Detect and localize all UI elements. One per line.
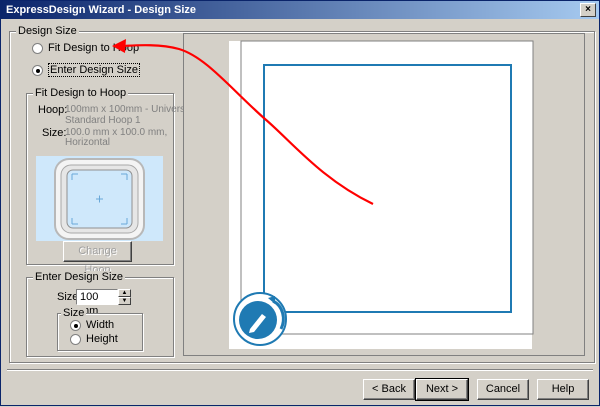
enter-design-size-radio-dot[interactable] xyxy=(32,64,43,76)
size-spin-down-button[interactable]: ▼ xyxy=(118,297,131,305)
height-radio-label[interactable]: Height xyxy=(86,333,118,345)
height-radio[interactable]: Height xyxy=(70,332,118,346)
width-radio-dot[interactable] xyxy=(70,319,81,331)
help-button[interactable]: Help xyxy=(537,379,589,400)
footer-separator xyxy=(7,369,593,371)
size-label: Size: xyxy=(42,127,67,139)
wizard-window: ExpressDesign Wizard - Design Size × Des… xyxy=(0,0,600,406)
next-button[interactable]: Next > xyxy=(415,378,469,401)
design-size-legend: Design Size xyxy=(16,25,79,37)
hoop-value-line1: 100mm x 100mm - Universal xyxy=(65,104,193,115)
size-input[interactable]: 100 mm xyxy=(76,289,118,317)
size-spin-up-button[interactable]: ▲ xyxy=(118,289,131,297)
enter-design-size-legend: Enter Design Size xyxy=(33,271,126,283)
close-button[interactable]: × xyxy=(580,3,596,17)
fit-design-legend: Fit Design to Hoop xyxy=(33,87,129,99)
rotate-pencil-icon[interactable] xyxy=(229,284,299,350)
change-hoop-button[interactable]: Change Hoop xyxy=(63,241,132,276)
fit-design-radio[interactable]: Fit Design to Hoop xyxy=(32,41,139,55)
title-bar: ExpressDesign Wizard - Design Size × xyxy=(1,1,599,19)
fit-design-radio-dot[interactable] xyxy=(32,42,43,54)
width-radio-label[interactable]: Width xyxy=(86,319,114,331)
hoop-frame-icon xyxy=(54,158,145,240)
back-button[interactable]: < Back xyxy=(363,379,415,400)
size-value-line2: Horizontal xyxy=(65,137,111,148)
design-preview-panel xyxy=(183,33,585,356)
width-radio[interactable]: Width xyxy=(70,318,114,332)
cancel-button[interactable]: Cancel xyxy=(477,379,529,400)
height-radio-dot[interactable] xyxy=(70,333,81,345)
hoop-label: Hoop: xyxy=(38,104,68,116)
enter-design-size-radio[interactable]: Enter Design Size xyxy=(32,63,141,77)
fit-design-radio-label[interactable]: Fit Design to Hoop xyxy=(48,42,139,54)
hoop-value-line2: Standard Hoop 1 xyxy=(65,115,141,126)
window-title: ExpressDesign Wizard - Design Size xyxy=(6,4,197,16)
enter-design-size-radio-label[interactable]: Enter Design Size xyxy=(48,63,141,77)
hoop-preview-image xyxy=(36,156,163,241)
